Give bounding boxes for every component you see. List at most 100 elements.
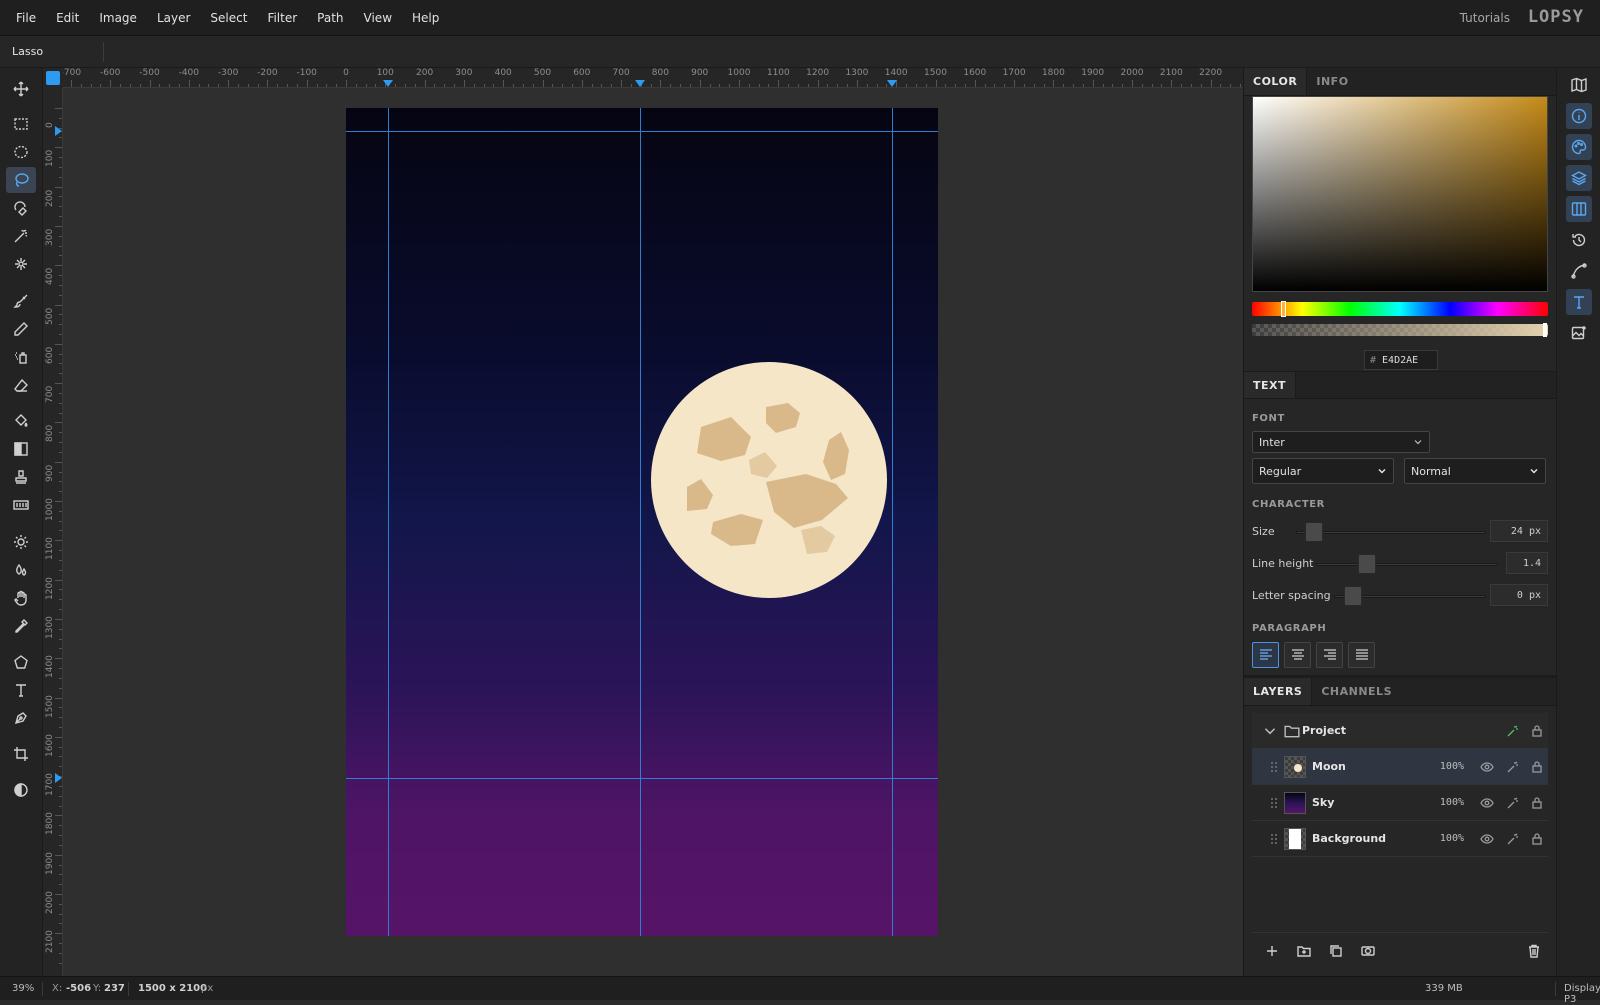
layer-row-background[interactable]: Background 100% xyxy=(1252,821,1548,857)
gradient-tool[interactable] xyxy=(6,436,36,462)
effects-icon[interactable] xyxy=(1506,795,1522,811)
alpha-slider-handle[interactable] xyxy=(1543,323,1547,337)
font-size-knob[interactable] xyxy=(1305,522,1323,542)
align-justify-button[interactable] xyxy=(1348,642,1375,668)
text-panel-button[interactable] xyxy=(1566,289,1592,315)
duplicate-layer-button[interactable] xyxy=(1326,941,1346,961)
tab-layers[interactable]: LAYERS xyxy=(1244,678,1313,705)
history-panel-button[interactable] xyxy=(1566,227,1592,253)
guide-marker[interactable] xyxy=(383,80,393,87)
delete-layer-button[interactable] xyxy=(1524,941,1544,961)
menu-layer[interactable]: Layer xyxy=(157,11,190,25)
menu-help[interactable]: Help xyxy=(412,11,439,25)
eye-icon[interactable] xyxy=(1480,831,1496,847)
drag-handle-icon[interactable] xyxy=(1270,833,1278,845)
line-height-track[interactable] xyxy=(1316,563,1498,566)
lock-icon[interactable] xyxy=(1530,795,1546,811)
ruler-left[interactable]: 0 100 200 300 400 500 600 700 800 900 1000 1100 1200… xyxy=(43,88,63,976)
polygon-tool[interactable] xyxy=(6,649,36,675)
pencil-tool[interactable] xyxy=(6,316,36,342)
brush-tool[interactable] xyxy=(6,288,36,314)
canvas-workspace[interactable] xyxy=(63,88,1243,976)
add-group-button[interactable] xyxy=(1294,941,1314,961)
layer-mask-button[interactable] xyxy=(1358,941,1378,961)
align-left-button[interactable] xyxy=(1252,642,1279,668)
zoom-level[interactable]: 39% xyxy=(12,983,34,994)
image-panel-button[interactable] xyxy=(1566,320,1592,346)
layers-panel-button[interactable] xyxy=(1566,165,1592,191)
tutorials-link[interactable]: Tutorials xyxy=(1460,11,1510,25)
eyedropper-tool[interactable] xyxy=(6,613,36,639)
letter-spacing-knob[interactable] xyxy=(1344,586,1362,606)
chevron-down-icon[interactable] xyxy=(1262,723,1278,739)
effects-icon[interactable] xyxy=(1506,759,1522,775)
document-canvas[interactable] xyxy=(346,108,938,936)
magnetic-lasso-tool[interactable] xyxy=(6,195,36,221)
menu-select[interactable]: Select xyxy=(210,11,247,25)
layer-row-sky[interactable]: Sky 100% xyxy=(1252,785,1548,821)
eye-icon[interactable] xyxy=(1480,759,1496,775)
guide-vertical[interactable] xyxy=(640,108,641,936)
effects-icon[interactable] xyxy=(1506,723,1522,739)
tab-info[interactable]: INFO xyxy=(1307,68,1357,95)
paths-panel-button[interactable] xyxy=(1566,258,1592,284)
blur-tool[interactable] xyxy=(6,557,36,583)
hex-color-input[interactable]: # E4D2AE xyxy=(1364,350,1438,370)
menu-edit[interactable]: Edit xyxy=(56,11,79,25)
spray-tool[interactable] xyxy=(6,344,36,370)
drag-handle-icon[interactable] xyxy=(1270,761,1278,773)
rect-select-tool[interactable] xyxy=(6,111,36,137)
effects-icon[interactable] xyxy=(1506,831,1522,847)
ellipse-select-tool[interactable] xyxy=(6,139,36,165)
crop-tool[interactable] xyxy=(6,741,36,767)
menu-file[interactable]: File xyxy=(16,11,36,25)
guide-marker[interactable] xyxy=(635,80,645,87)
drag-handle-icon[interactable] xyxy=(1270,797,1278,809)
guide-marker[interactable] xyxy=(55,126,62,136)
layer-opacity[interactable]: 100% xyxy=(1440,761,1464,772)
menu-filter[interactable]: Filter xyxy=(267,11,297,25)
font-style-select[interactable]: Normal xyxy=(1404,458,1546,484)
hue-slider[interactable] xyxy=(1252,302,1548,316)
layer-opacity[interactable]: 100% xyxy=(1440,797,1464,808)
font-size-value[interactable]: 24 px xyxy=(1490,520,1548,542)
layer-opacity[interactable]: 100% xyxy=(1440,833,1464,844)
menu-view[interactable]: View xyxy=(364,11,392,25)
alpha-slider[interactable] xyxy=(1252,324,1548,336)
quick-select-tool[interactable] xyxy=(6,251,36,277)
ruler-top[interactable]: -700 -600 -500 -400 -300 -200 -100 0 100 200 300 40… xyxy=(63,68,1243,88)
font-weight-select[interactable]: Regular xyxy=(1252,458,1394,484)
line-height-value[interactable]: 1.4 xyxy=(1506,552,1548,574)
lock-icon[interactable] xyxy=(1530,759,1546,775)
lasso-tool[interactable] xyxy=(6,167,36,193)
hand-tool[interactable] xyxy=(6,585,36,611)
channels-panel-button[interactable] xyxy=(1566,196,1592,222)
moon-layer-content[interactable] xyxy=(651,362,887,598)
text-tool[interactable] xyxy=(6,677,36,703)
letter-spacing-value[interactable]: 0 px xyxy=(1490,584,1548,606)
guide-horizontal[interactable] xyxy=(346,131,938,132)
color-saturation-field[interactable] xyxy=(1252,96,1548,292)
hue-slider-handle[interactable] xyxy=(1281,301,1286,317)
add-layer-button[interactable] xyxy=(1262,941,1282,961)
guide-marker[interactable] xyxy=(55,773,62,783)
align-center-button[interactable] xyxy=(1284,642,1311,668)
layer-row-moon[interactable]: Moon 100% xyxy=(1252,749,1548,785)
guide-vertical[interactable] xyxy=(892,108,893,936)
guide-vertical[interactable] xyxy=(388,108,389,936)
guide-marker[interactable] xyxy=(887,80,897,87)
color-panel-button[interactable] xyxy=(1566,134,1592,160)
ruler-origin-marker[interactable] xyxy=(46,71,60,85)
tab-color[interactable]: COLOR xyxy=(1244,68,1308,95)
navigator-panel-button[interactable] xyxy=(1566,72,1592,98)
contrast-tool[interactable] xyxy=(6,777,36,803)
layer-group-row[interactable]: Project xyxy=(1252,713,1548,749)
eye-icon[interactable] xyxy=(1480,795,1496,811)
line-height-knob[interactable] xyxy=(1358,554,1376,574)
tab-channels[interactable]: CHANNELS xyxy=(1312,678,1401,705)
menu-image[interactable]: Image xyxy=(99,11,137,25)
pattern-tool[interactable] xyxy=(6,492,36,518)
guide-horizontal[interactable] xyxy=(346,778,938,779)
paint-bucket-tool[interactable] xyxy=(6,408,36,434)
info-panel-button[interactable] xyxy=(1566,103,1592,129)
